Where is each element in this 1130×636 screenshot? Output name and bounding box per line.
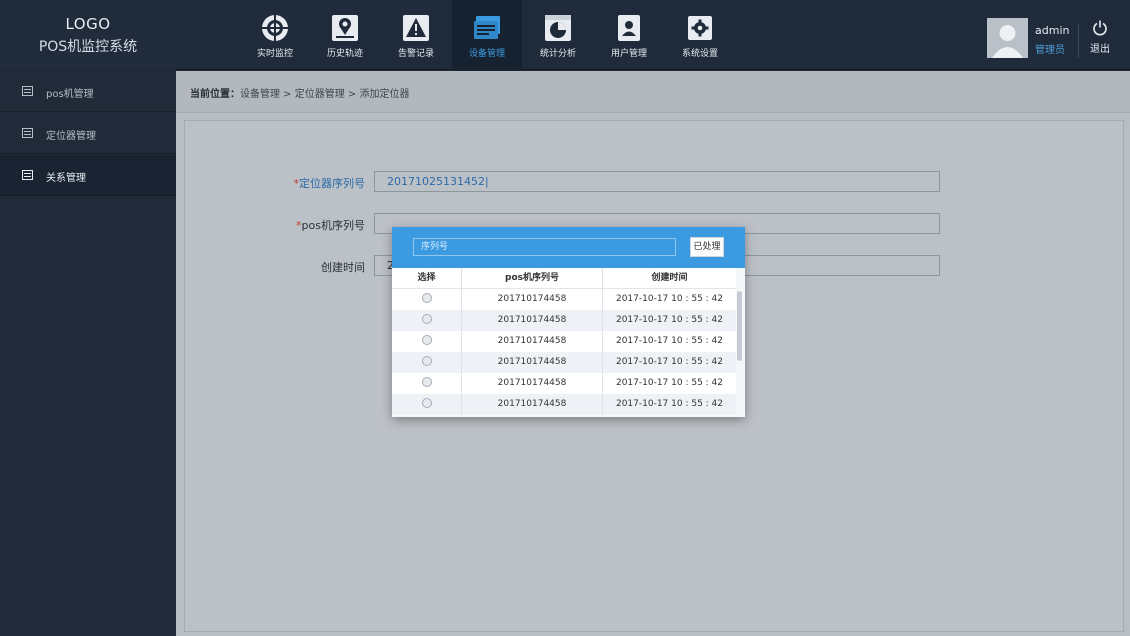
nav-alarm-records[interactable]: 告警记录 bbox=[381, 0, 451, 70]
pos-serial-label: *pos机序列号 bbox=[296, 219, 365, 232]
nav-system-settings[interactable]: 系统设置 bbox=[665, 0, 735, 70]
header-divider bbox=[1078, 24, 1079, 58]
nav-label: 统计分析 bbox=[539, 49, 576, 59]
nav-label: 设备管理 bbox=[468, 49, 505, 59]
system-name: POS机监控系统 bbox=[38, 39, 138, 55]
list-icon bbox=[22, 128, 33, 138]
table-row[interactable]: 201710174458 2017-10-17 10 : 55 : 42 bbox=[392, 352, 736, 373]
table-scrollbar-thumb[interactable] bbox=[737, 291, 742, 361]
nav-label: 历史轨迹 bbox=[326, 49, 363, 59]
sidebar: pos机管理 定位器管理 关系管理 bbox=[0, 71, 176, 636]
nav-user-management[interactable]: 用户管理 bbox=[594, 0, 664, 70]
column-header-serial: pos机序列号 bbox=[462, 268, 603, 288]
logo: LOGO bbox=[65, 15, 111, 33]
table-row[interactable]: 201710174458 2017-10-17 10 : 55 : 42 bbox=[392, 331, 736, 352]
nav-realtime-monitor[interactable]: 实时监控 bbox=[240, 0, 310, 70]
row-time: 2017-10-17 10 : 55 : 42 bbox=[615, 294, 724, 304]
row-radio[interactable] bbox=[421, 292, 432, 303]
nav-label: 告警记录 bbox=[397, 49, 434, 59]
nav-device-management[interactable]: 设备管理 bbox=[452, 0, 522, 70]
sidebar-item-label: 关系管理 bbox=[46, 173, 86, 184]
table-row[interactable]: 201710174458 2017-10-17 10 : 55 : 42 bbox=[392, 373, 736, 394]
row-serial: 201710174458 bbox=[462, 331, 603, 352]
breadcrumb: 当前位置：设备管理 > 定位器管理 > 添加定位器 bbox=[176, 71, 1130, 113]
table-header: 选择 pos机序列号 创建时间 bbox=[392, 268, 736, 289]
row-time: 2017-10-17 10 : 55 : 42 bbox=[615, 336, 724, 346]
table-row[interactable]: 201710174458 2017-10-17 10 : 55 : 42 bbox=[392, 310, 736, 331]
row-time: 2017-10-17 10 : 55 : 42 bbox=[615, 399, 724, 409]
table-row[interactable]: 201710174458 2017-10-17 10 : 55 : 42 bbox=[392, 289, 736, 310]
gear-icon bbox=[688, 16, 712, 40]
nav-label: 实时监控 bbox=[256, 49, 293, 59]
row-radio[interactable] bbox=[421, 376, 432, 387]
top-header: LOGO POS机监控系统 实时监控 历史轨迹 告警记录 设备管理 统计分析 用… bbox=[0, 0, 1130, 70]
created-time-label: 创建时间 bbox=[321, 261, 365, 274]
table-row[interactable]: 201710174458 2017-10-17 10 : 55 : 42 bbox=[392, 394, 736, 415]
user-role: 管理员 bbox=[1035, 45, 1065, 56]
row-serial: 201710174458 bbox=[462, 289, 603, 310]
nav-history-track[interactable]: 历史轨迹 bbox=[310, 0, 380, 70]
nav-label: 系统设置 bbox=[681, 49, 718, 59]
dialog-header: 序列号 已处理 bbox=[392, 227, 745, 268]
user-card-icon bbox=[618, 15, 640, 41]
row-time: 2017-10-17 10 : 55 : 42 bbox=[615, 357, 724, 367]
sidebar-item-pos-management[interactable]: pos机管理 bbox=[0, 71, 176, 112]
locator-serial-input[interactable]: 20171025131452| bbox=[374, 171, 940, 192]
column-header-time: 创建时间 bbox=[651, 273, 688, 283]
row-radio[interactable] bbox=[421, 334, 432, 345]
row-serial: 201710174458 bbox=[462, 373, 603, 394]
breadcrumb-path: 设备管理 > 定位器管理 > 添加定位器 bbox=[240, 89, 410, 100]
target-icon bbox=[261, 14, 289, 42]
locator-serial-label: *定位器序列号 bbox=[293, 177, 366, 190]
devices-icon bbox=[474, 16, 500, 39]
row-time: 2017-10-17 10 : 55 : 42 bbox=[615, 315, 724, 325]
username: admin bbox=[1035, 24, 1070, 37]
list-icon bbox=[22, 170, 33, 180]
nav-label: 用户管理 bbox=[610, 49, 647, 59]
column-header-select: 选择 bbox=[392, 268, 462, 288]
row-radio[interactable] bbox=[421, 313, 432, 324]
processed-button[interactable]: 已处理 bbox=[690, 237, 724, 257]
avatar[interactable] bbox=[987, 18, 1028, 58]
row-serial: 201710174458 bbox=[462, 310, 603, 331]
warning-icon bbox=[403, 15, 429, 41]
sidebar-item-relation-management[interactable]: 关系管理 bbox=[0, 155, 176, 196]
logout-button[interactable]: 退出 bbox=[1086, 20, 1114, 55]
pie-chart-icon bbox=[545, 15, 571, 41]
row-radio[interactable] bbox=[421, 397, 432, 408]
sidebar-item-label: pos机管理 bbox=[46, 89, 94, 100]
map-pin-icon bbox=[332, 15, 358, 41]
locator-serial-row: *定位器序列号 20171025131452| bbox=[185, 171, 1125, 193]
serial-search-input[interactable]: 序列号 bbox=[413, 238, 676, 256]
breadcrumb-prefix: 当前位置： bbox=[190, 89, 240, 100]
logo-area: LOGO POS机监控系统 bbox=[0, 0, 176, 70]
row-radio[interactable] bbox=[421, 355, 432, 366]
list-icon bbox=[22, 86, 33, 96]
logout-label: 退出 bbox=[1090, 44, 1110, 55]
power-icon bbox=[1093, 20, 1107, 36]
pos-select-dialog: 序列号 已处理 选择 pos机序列号 创建时间 201710174458 201… bbox=[392, 227, 745, 417]
sidebar-item-locator-management[interactable]: 定位器管理 bbox=[0, 113, 176, 154]
row-serial: 201710174458 bbox=[462, 394, 603, 415]
nav-statistics[interactable]: 统计分析 bbox=[523, 0, 593, 70]
user-avatar-icon bbox=[987, 18, 1028, 58]
row-serial: 201710174458 bbox=[462, 352, 603, 373]
row-time: 2017-10-17 10 : 55 : 42 bbox=[615, 378, 724, 388]
sidebar-item-label: 定位器管理 bbox=[46, 131, 96, 142]
